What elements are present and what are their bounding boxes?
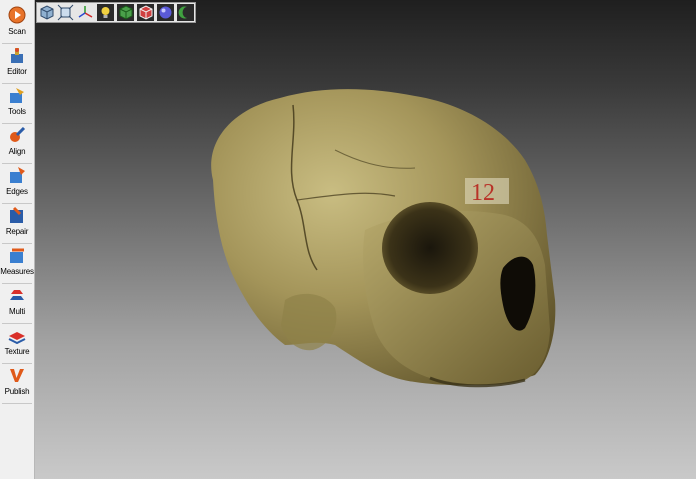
shaded-cube-icon[interactable] xyxy=(137,4,154,21)
view-toolbar xyxy=(36,2,196,23)
sidebar-item-label: Edges xyxy=(6,187,28,196)
publish-icon xyxy=(10,369,24,382)
3d-viewport[interactable]: 12 xyxy=(35,0,696,479)
align-icon xyxy=(10,126,26,142)
light-bulb-icon[interactable] xyxy=(97,4,114,21)
sidebar-item-label: Tools xyxy=(8,107,26,116)
left-tool-panel: Scan Editor Tools Align Edges Repair Mea… xyxy=(0,0,35,479)
fit-to-view-icon[interactable] xyxy=(57,4,74,21)
axes-icon[interactable] xyxy=(77,4,94,21)
textured-cube-icon[interactable] xyxy=(117,4,134,21)
sidebar-item-texture[interactable]: Texture xyxy=(0,324,34,363)
sidebar-item-measures[interactable]: Measures xyxy=(0,244,34,283)
repair-icon xyxy=(10,206,23,223)
application-window: 12 Scan Editor Tools Align Edges Repair … xyxy=(0,0,696,479)
specimen-number: 12 xyxy=(471,180,495,206)
sphere-icon[interactable] xyxy=(157,4,174,21)
skull-3d-model[interactable]: 12 xyxy=(35,0,696,479)
sidebar-item-editor[interactable]: Editor xyxy=(0,44,34,83)
sidebar-item-label: Align xyxy=(8,147,26,156)
edges-icon xyxy=(10,167,25,183)
texture-icon xyxy=(8,332,26,344)
eye-orbit xyxy=(382,202,478,294)
sidebar-item-tools[interactable]: Tools xyxy=(0,84,34,123)
sidebar-item-scan[interactable]: Scan xyxy=(0,4,34,43)
sidebar-item-publish[interactable]: Publish xyxy=(0,364,34,403)
sidebar-item-label: Repair xyxy=(5,227,29,236)
sidebar-item-label: Editor xyxy=(7,67,27,76)
sidebar-item-repair[interactable]: Repair xyxy=(0,204,34,243)
measures-icon xyxy=(10,248,24,263)
sidebar-item-multi[interactable]: Multi xyxy=(0,284,34,323)
cube-view-icon[interactable] xyxy=(38,4,55,21)
sidebar-item-label: Multi xyxy=(9,307,25,316)
sidebar-item-label: Scan xyxy=(8,27,26,36)
sidebar-item-label: Measures xyxy=(0,267,34,276)
sidebar-item-edges[interactable]: Edges xyxy=(0,164,34,203)
multi-icon xyxy=(10,290,24,300)
moon-icon[interactable] xyxy=(177,4,194,21)
editor-icon xyxy=(11,48,23,63)
tools-icon xyxy=(10,88,24,103)
sidebar-item-label: Texture xyxy=(4,347,30,356)
scan-icon xyxy=(8,6,26,24)
sidebar-item-label: Publish xyxy=(4,387,30,396)
sidebar-item-align[interactable]: Align xyxy=(0,124,34,163)
